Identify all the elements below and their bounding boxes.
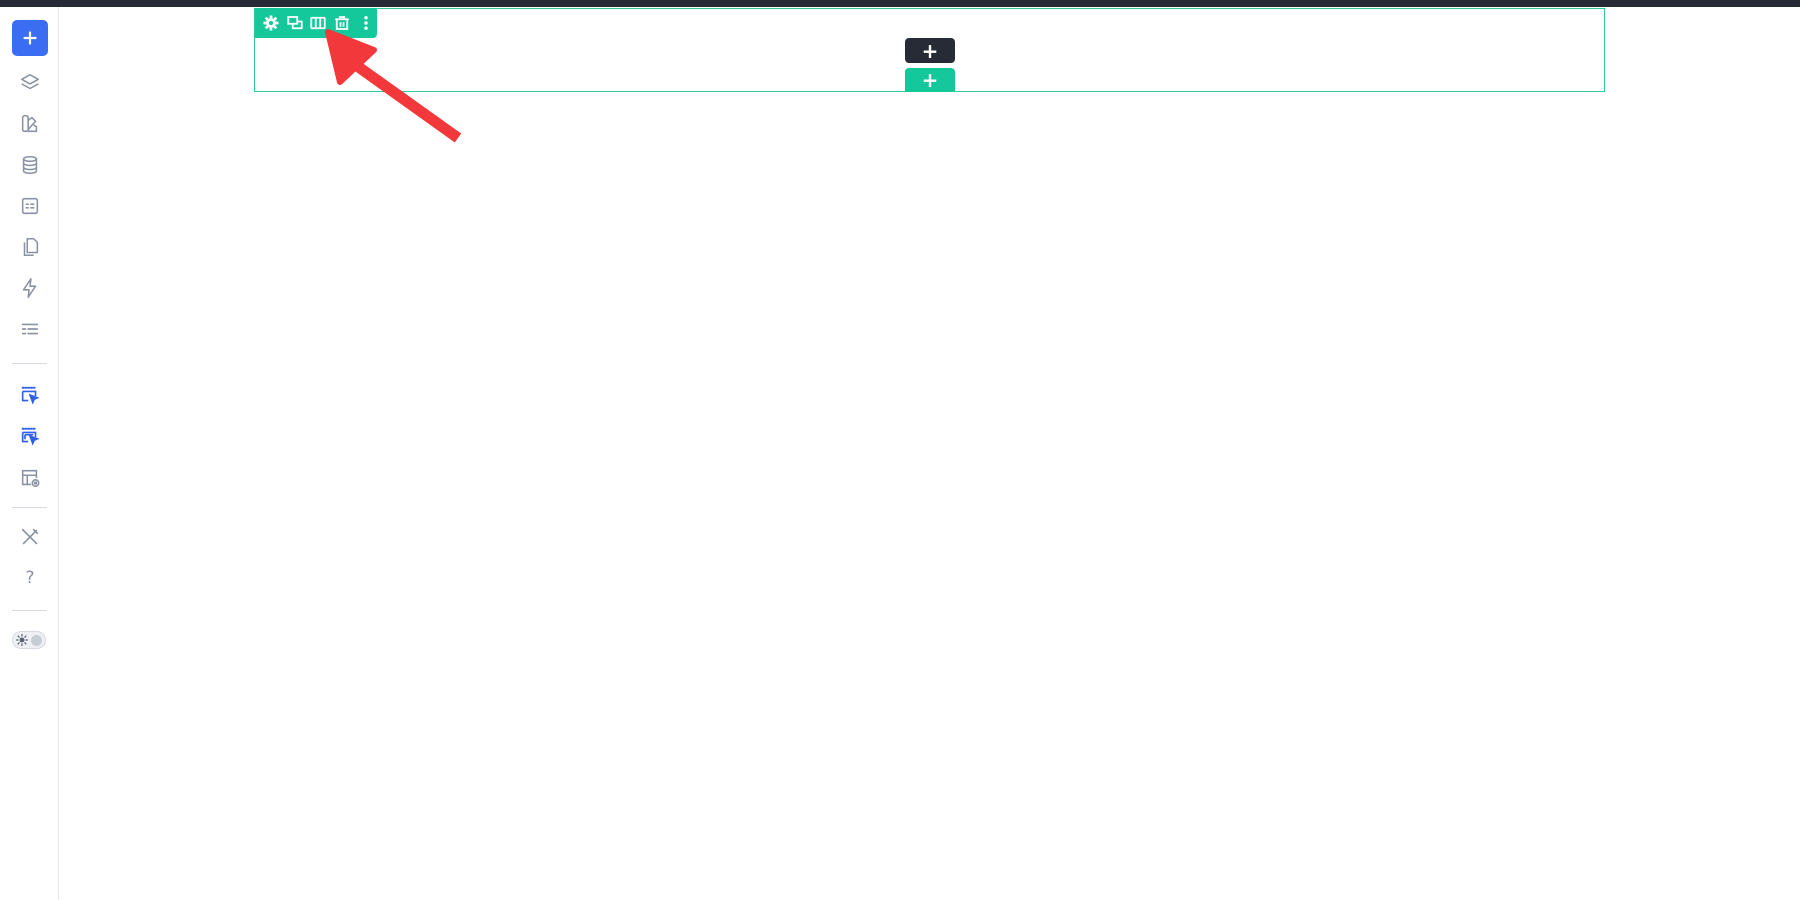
- automation-icon: [22, 278, 37, 298]
- forms-icon: [21, 197, 39, 215]
- section-settings-button[interactable]: [260, 11, 282, 35]
- annotation-arrow-icon: [325, 29, 462, 143]
- add-element-button[interactable]: +: [905, 38, 955, 63]
- tools-button[interactable]: [12, 519, 48, 555]
- add-section-button[interactable]: +: [905, 68, 955, 92]
- settings-list-icon: [21, 323, 39, 335]
- layers-icon: [20, 73, 40, 90]
- add-icon: [23, 31, 37, 45]
- sidebar-divider: [12, 610, 47, 611]
- toggle-knob: [31, 635, 42, 646]
- help-button[interactable]: ?: [12, 560, 48, 596]
- sidebar-divider: [12, 507, 47, 508]
- settings-list-button[interactable]: [12, 311, 48, 347]
- settings-icon: [263, 15, 279, 31]
- left-sidebar: ?: [0, 7, 59, 900]
- database-icon: [22, 155, 38, 175]
- global-styles-button[interactable]: [12, 106, 48, 142]
- layers-button[interactable]: [12, 65, 48, 101]
- select-parent-button[interactable]: [12, 419, 48, 455]
- sidebar-divider: [12, 363, 47, 364]
- preview-layout-button[interactable]: [12, 460, 48, 496]
- global-styles-icon: [21, 114, 38, 133]
- pages-icon: [23, 237, 39, 257]
- select-element-button[interactable]: [12, 378, 48, 414]
- select-element-icon: [21, 386, 40, 405]
- add-button[interactable]: [12, 20, 48, 56]
- forms-button[interactable]: [12, 188, 48, 224]
- theme-toggle[interactable]: [12, 631, 46, 649]
- tools-icon: [21, 528, 39, 545]
- database-button[interactable]: [12, 147, 48, 183]
- preview-layout-icon: [21, 469, 40, 488]
- automation-button[interactable]: [12, 270, 48, 306]
- help-icon: ?: [25, 568, 35, 588]
- sun-icon: [16, 634, 28, 646]
- top-bar: [0, 0, 1800, 7]
- pages-button[interactable]: [12, 229, 48, 265]
- select-parent-icon: [21, 427, 40, 446]
